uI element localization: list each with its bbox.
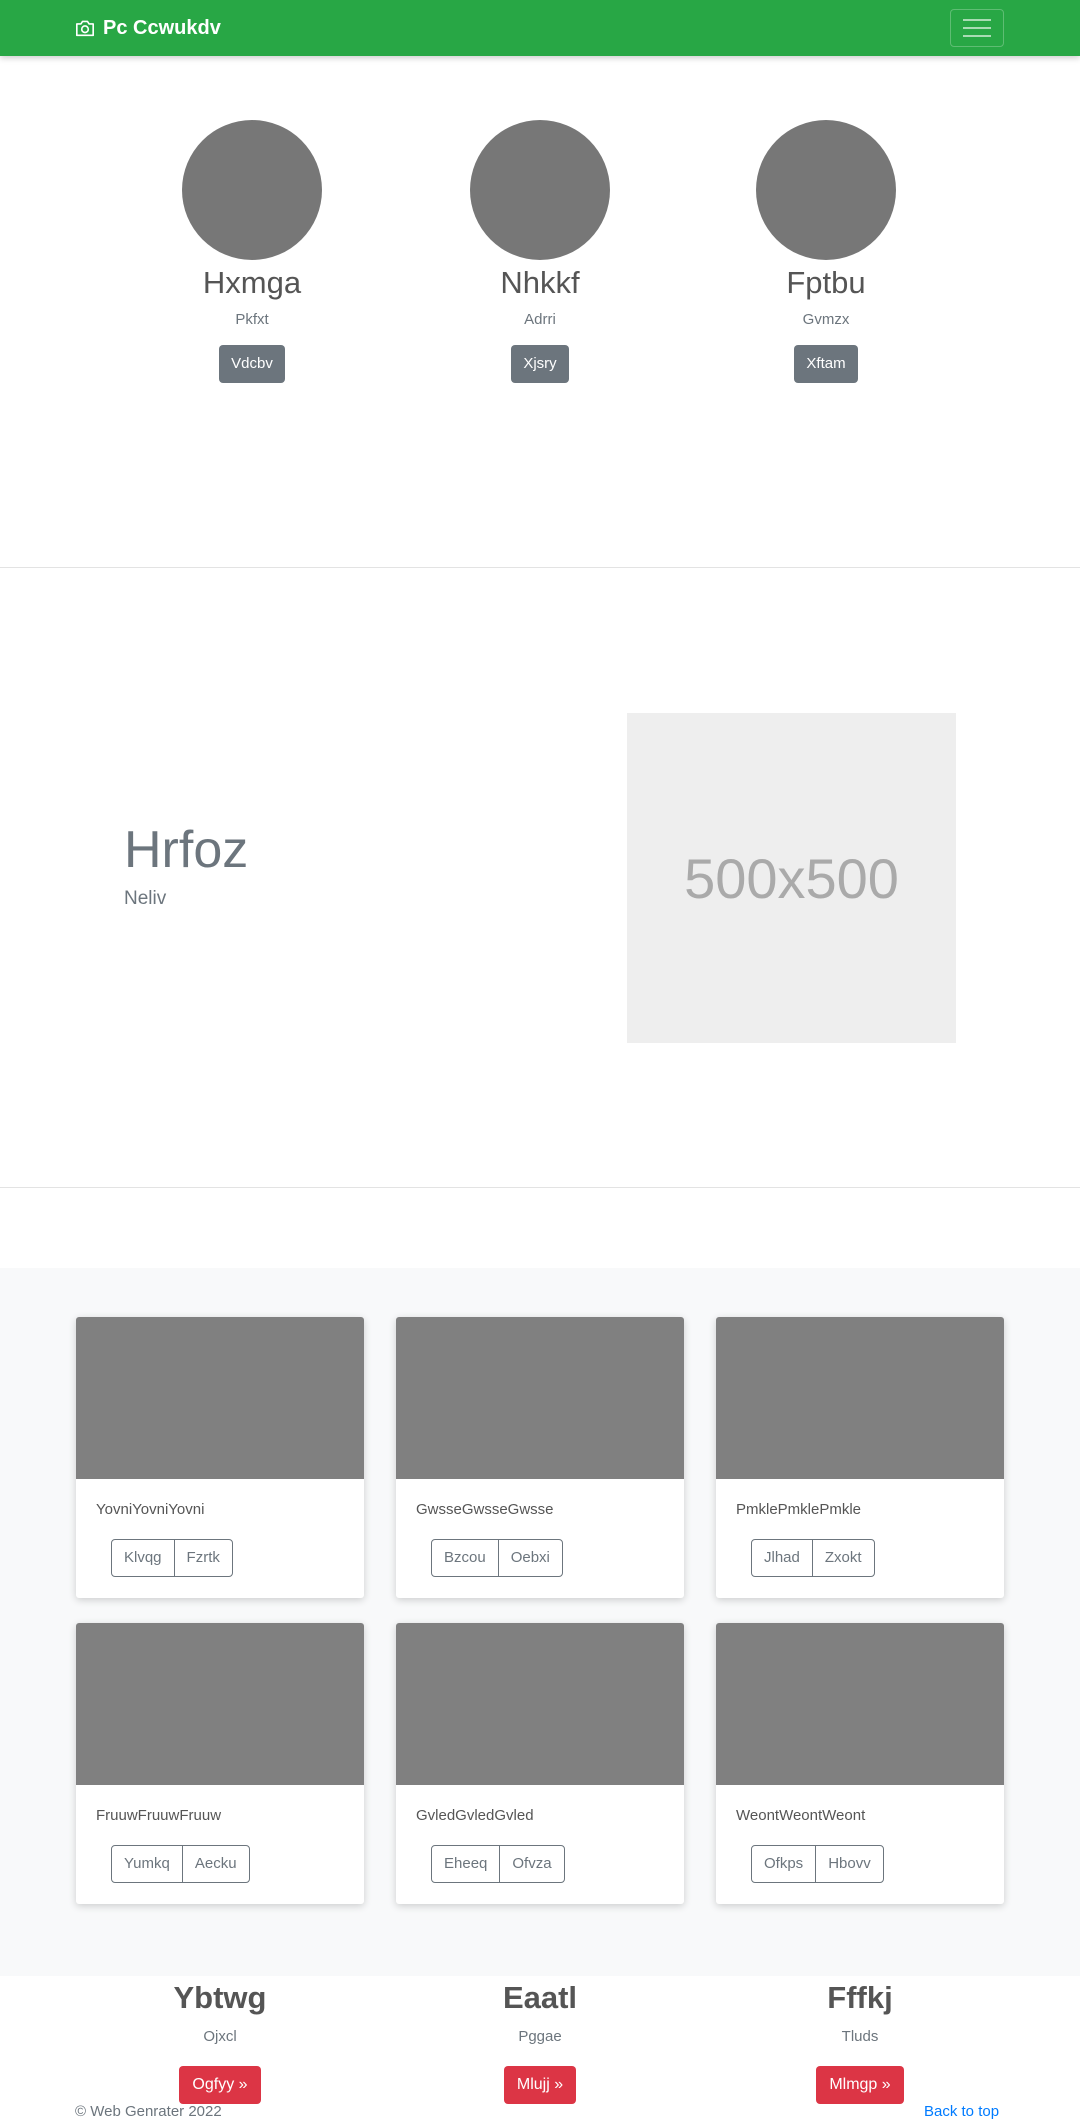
column-subtitle: Ojxcl [203, 2028, 237, 2045]
column-subtitle: Pggae [518, 2028, 562, 2045]
card-text: FruuwFruuwFruuw [96, 1807, 222, 1824]
profile-button[interactable]: Xftam [794, 345, 858, 383]
card-text: YovniYovniYovni [96, 1501, 205, 1518]
card-thumbnail [716, 1623, 1004, 1785]
album-card: WeontWeontWeont Ofkps Hbovv [716, 1623, 1004, 1904]
navbar: Pc Ccwukdv [0, 0, 1080, 56]
avatar [470, 120, 610, 260]
card-button-view[interactable]: Yumkq [111, 1845, 183, 1883]
profile-subtitle: Adrri [524, 311, 556, 328]
profile-subtitle: Gvmzx [802, 311, 850, 328]
card-thumbnail [76, 1623, 364, 1785]
camera-icon [76, 20, 94, 37]
album-card: GvledGvledGvled Eheeq Ofvza [396, 1623, 684, 1904]
card-button-group: Bzcou Oebxi [431, 1539, 563, 1577]
card-button-view[interactable]: Ofkps [751, 1845, 817, 1883]
album-card: PmklePmklePmkle Jlhad Zxokt [716, 1317, 1004, 1598]
card-button-edit[interactable]: Zxokt [811, 1539, 875, 1577]
column-title: Ybtwg [173, 1980, 267, 2015]
column-title: Eaatl [502, 1980, 578, 2015]
info-column: Ybtwg Ojxcl Ogfyy » [110, 1976, 330, 2104]
card-button-group: Eheeq Ofvza [431, 1845, 565, 1883]
card-button-group: Klvqg Fzrtk [111, 1539, 233, 1577]
profile-name: Nhkkf [500, 265, 580, 300]
profile-button[interactable]: Xjsry [511, 345, 569, 383]
card-button-edit[interactable]: Hbovv [815, 1845, 884, 1883]
card-thumbnail [716, 1317, 1004, 1479]
card-thumbnail [396, 1317, 684, 1479]
profile-card: Fptbu Gvmzx Xftam [726, 120, 926, 383]
feature-title: Hrfoz [124, 821, 249, 879]
card-text: PmklePmklePmkle [736, 1501, 862, 1518]
album-section: YovniYovniYovni Klvqg Fzrtk GwsseGwsseGw… [0, 1268, 1080, 1976]
album-card: YovniYovniYovni Klvqg Fzrtk [76, 1317, 364, 1598]
navbar-toggler-button[interactable] [950, 9, 1004, 47]
column-button[interactable]: Mlujj » [503, 2066, 577, 2104]
card-button-edit[interactable]: Fzrtk [173, 1539, 233, 1577]
card-thumbnail [396, 1623, 684, 1785]
footer-copyright: © Web Genrater 2022 [75, 2103, 222, 2120]
profile-subtitle: Pkfxt [235, 311, 269, 328]
card-button-group: Ofkps Hbovv [751, 1845, 884, 1883]
back-to-top-link[interactable]: Back to top [924, 2103, 999, 2121]
profile-name: Fptbu [786, 265, 866, 300]
info-column: Eaatl Pggae Mlujj » [430, 1976, 650, 2104]
album-card: FruuwFruuwFruuw Yumkq Aecku [76, 1623, 364, 1904]
card-text: GwsseGwsseGwsse [416, 1501, 554, 1518]
section-divider [0, 1187, 1080, 1188]
profile-card: Hxmga Pkfxt Vdcbv [152, 120, 352, 383]
column-subtitle: Tluds [841, 2028, 879, 2045]
placeholder-label: 500x500 [684, 846, 899, 910]
profile-button[interactable]: Vdcbv [219, 345, 285, 383]
album-card: GwsseGwsseGwsse Bzcou Oebxi [396, 1317, 684, 1598]
hamburger-icon [963, 19, 991, 21]
card-button-group: Yumkq Aecku [111, 1845, 250, 1883]
info-column: Fffkj Tluds Mlmgp » [750, 1976, 970, 2104]
section-divider [0, 567, 1080, 568]
brand-link[interactable]: Pc Ccwukdv [75, 14, 221, 42]
column-button[interactable]: Ogfyy » [179, 2066, 261, 2104]
card-button-edit[interactable]: Ofvza [499, 1845, 565, 1883]
avatar [182, 120, 322, 260]
feature-subtitle: Neliv [124, 888, 167, 909]
card-button-edit[interactable]: Oebxi [497, 1539, 563, 1577]
card-text: GvledGvledGvled [416, 1807, 534, 1824]
placeholder-image: 500x500 [627, 713, 956, 1043]
card-button-view[interactable]: Eheeq [431, 1845, 501, 1883]
avatar [756, 120, 896, 260]
profile-name: Hxmga [202, 265, 302, 300]
card-thumbnail [76, 1317, 364, 1479]
brand-name: Pc Ccwukdv [103, 16, 221, 39]
card-button-view[interactable]: Jlhad [751, 1539, 813, 1577]
profile-card: Nhkkf Adrri Xjsry [440, 120, 640, 383]
card-button-group: Jlhad Zxokt [751, 1539, 875, 1577]
card-text: WeontWeontWeont [736, 1807, 866, 1824]
card-button-view[interactable]: Bzcou [431, 1539, 499, 1577]
column-title: Fffkj [827, 1980, 893, 2015]
column-button[interactable]: Mlmgp » [816, 2066, 904, 2104]
card-button-view[interactable]: Klvqg [111, 1539, 175, 1577]
card-button-edit[interactable]: Aecku [181, 1845, 250, 1883]
